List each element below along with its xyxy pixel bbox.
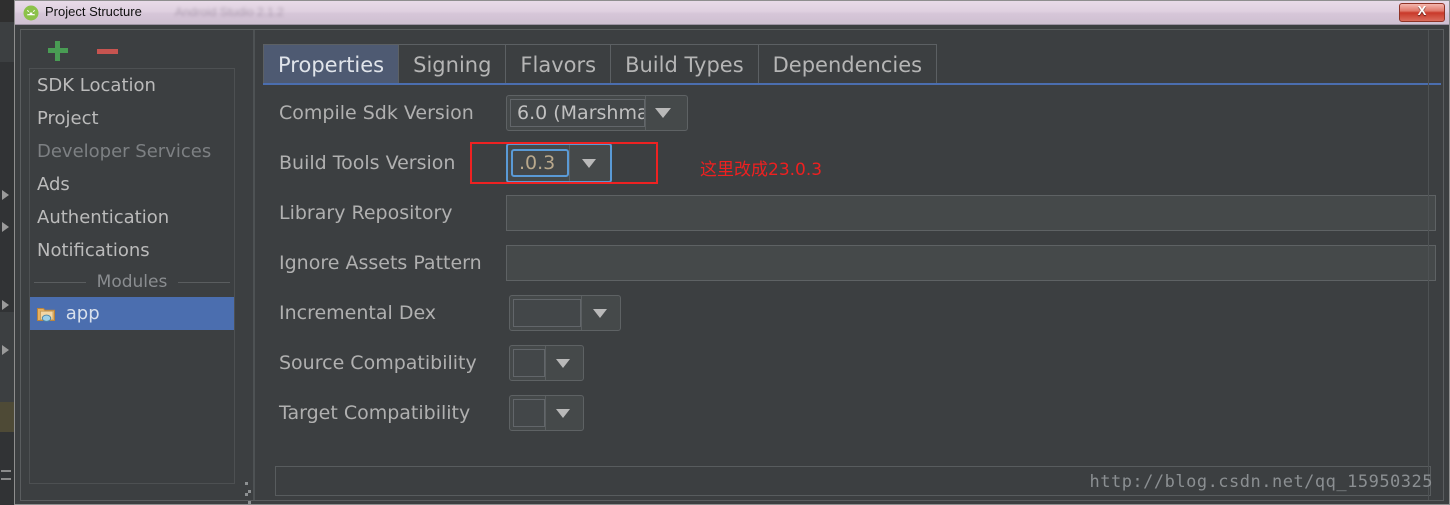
row-ignore-assets-pattern: Ignore Assets Pattern	[257, 238, 1443, 288]
sidebar-item-label: Developer Services	[37, 141, 212, 162]
library-repository-input[interactable]	[506, 195, 1436, 231]
sidebar-item-label: app	[65, 303, 100, 324]
tab-label: Properties	[278, 53, 385, 77]
tab-dependencies[interactable]: Dependencies	[757, 44, 938, 84]
tab-label: Build Types	[625, 53, 744, 77]
tab-flavors[interactable]: Flavors	[505, 44, 612, 84]
build-tools-version-label: Build Tools Version	[279, 152, 456, 174]
build-tools-version-value[interactable]: .0.3	[511, 149, 569, 177]
incremental-dex-combo[interactable]	[509, 295, 621, 331]
add-module-button[interactable]	[47, 40, 69, 62]
row-incremental-dex: Incremental Dex	[257, 288, 1443, 338]
sidebar-item-label: SDK Location	[37, 75, 156, 96]
properties-form: Compile Sdk Version 6.0 (Marshmallow) Bu…	[257, 88, 1443, 438]
sidebar-tree: SDK Location Project Developer Services …	[29, 68, 235, 484]
target-compatibility-label: Target Compatibility	[279, 402, 471, 424]
chevron-down-icon[interactable]	[581, 296, 618, 330]
ignore-assets-pattern-label: Ignore Assets Pattern	[279, 252, 482, 274]
source-compatibility-combo[interactable]	[509, 345, 584, 381]
close-button[interactable]: X	[1399, 3, 1445, 22]
splitter-grip[interactable]	[245, 482, 251, 505]
source-compatibility-value[interactable]	[513, 349, 545, 377]
row-target-compatibility: Target Compatibility	[257, 388, 1443, 438]
sidebar-toolbar	[21, 30, 243, 68]
compile-sdk-version-label: Compile Sdk Version	[279, 102, 474, 124]
active-tab-underline	[263, 83, 1441, 85]
dialog-titlebar: Project Structure Android Studio 2.1.2 X	[15, 1, 1449, 25]
watermark-text: http://blog.csdn.net/qq_15950325	[1089, 472, 1433, 492]
chevron-down-icon[interactable]	[645, 96, 680, 130]
screenshot-root: Project Structure Android Studio 2.1.2 X…	[0, 0, 1450, 505]
remove-module-button[interactable]	[97, 49, 118, 54]
source-compatibility-label: Source Compatibility	[279, 352, 477, 374]
ghost-app-title: Android Studio 2.1.2	[175, 5, 284, 19]
panel-right-rule	[1428, 30, 1429, 500]
row-library-repository: Library Repository	[257, 188, 1443, 238]
tab-label: Dependencies	[772, 53, 923, 77]
sidebar-panel: SDK Location Project Developer Services …	[21, 30, 243, 500]
dialog-title: Project Structure	[45, 4, 142, 19]
project-structure-dialog: Project Structure Android Studio 2.1.2 X…	[14, 0, 1450, 505]
sidebar-item-authentication[interactable]: Authentication	[30, 201, 234, 234]
android-studio-icon	[23, 5, 39, 21]
annotation-text: 这里改成23.0.3	[700, 160, 823, 180]
background-ide-sliver	[0, 0, 14, 505]
tab-bar: Properties Signing Flavors Build Types D…	[263, 42, 938, 84]
compile-sdk-version-combo[interactable]: 6.0 (Marshmallow)	[506, 95, 688, 131]
library-repository-label: Library Repository	[279, 202, 453, 224]
sidebar-item-label: Project	[37, 108, 99, 129]
sidebar-item-label: Authentication	[37, 207, 170, 228]
ignore-assets-pattern-input[interactable]	[506, 245, 1436, 281]
panel-splitter[interactable]	[243, 30, 257, 505]
incremental-dex-label: Incremental Dex	[279, 302, 437, 324]
chevron-down-icon[interactable]	[545, 396, 580, 430]
chevron-down-icon[interactable]	[569, 145, 608, 181]
sidebar-item-label: Ads	[37, 174, 70, 195]
sidebar-item-project[interactable]: Project	[30, 102, 234, 135]
sidebar-item-notifications[interactable]: Notifications	[30, 234, 234, 267]
modules-group-header: Modules	[30, 267, 234, 297]
target-compatibility-value[interactable]	[513, 399, 545, 427]
tab-label: Signing	[413, 53, 492, 77]
build-tools-version-combo[interactable]: .0.3	[506, 143, 612, 183]
row-compile-sdk-version: Compile Sdk Version 6.0 (Marshmallow)	[257, 88, 1443, 138]
tab-properties[interactable]: Properties	[263, 44, 400, 84]
modules-group-label: Modules	[96, 272, 168, 292]
sidebar-item-sdk-location[interactable]: SDK Location	[30, 69, 234, 102]
close-icon: X	[1417, 3, 1427, 18]
dialog-body: SDK Location Project Developer Services …	[20, 29, 1444, 505]
row-source-compatibility: Source Compatibility	[257, 338, 1443, 388]
tab-signing[interactable]: Signing	[398, 44, 507, 84]
java-module-folder-icon	[37, 300, 55, 322]
sidebar-item-ads[interactable]: Ads	[30, 168, 234, 201]
sidebar-item-developer-services[interactable]: Developer Services	[30, 135, 234, 168]
chevron-down-icon[interactable]	[545, 346, 580, 380]
compile-sdk-version-value[interactable]: 6.0 (Marshmallow)	[510, 99, 645, 127]
properties-panel: Properties Signing Flavors Build Types D…	[257, 30, 1443, 500]
tab-label: Flavors	[520, 53, 597, 77]
sidebar-item-label: Notifications	[37, 240, 150, 261]
target-compatibility-combo[interactable]	[509, 395, 584, 431]
row-build-tools-version: Build Tools Version .0.3 这里改成23.0.3	[257, 138, 1443, 188]
sidebar-item-app-module[interactable]: app	[30, 297, 234, 330]
tab-build-types[interactable]: Build Types	[610, 44, 759, 84]
incremental-dex-value[interactable]	[513, 299, 581, 327]
